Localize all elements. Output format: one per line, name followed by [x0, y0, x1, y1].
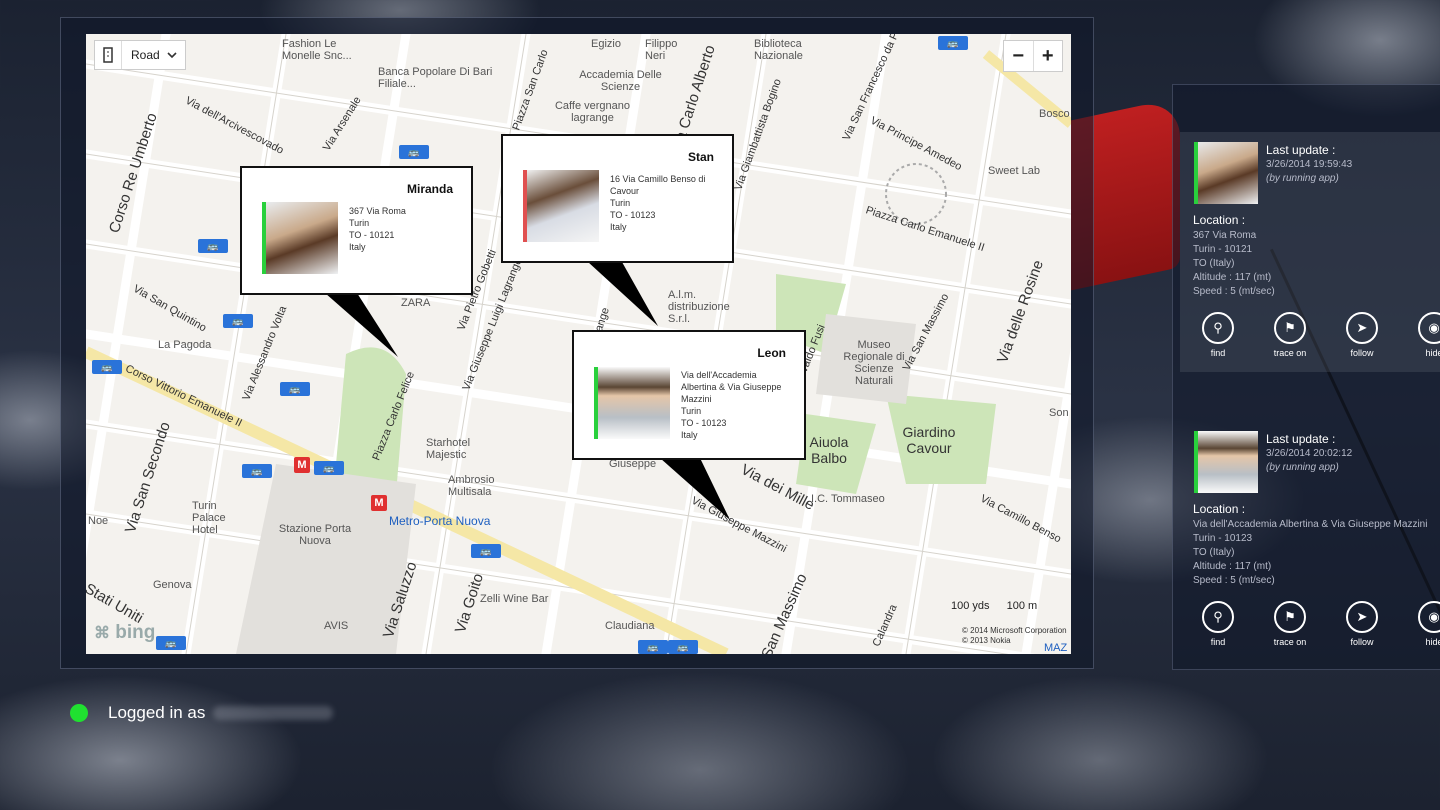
- last-update-timestamp: 3/26/2014 19:59:43: [1266, 159, 1353, 170]
- address-line: 367 Via Roma: [349, 206, 406, 216]
- address-line: Italy: [681, 430, 698, 440]
- address-line: TO - 10121: [349, 230, 395, 240]
- redacted-username: [213, 706, 334, 720]
- bubble-name: Miranda: [406, 182, 453, 196]
- search-icon: ⚲: [1202, 312, 1234, 344]
- location-line: TO (Italy): [1193, 547, 1235, 558]
- location-line: Speed : 5 (mt/sec): [1193, 575, 1275, 586]
- address-line: Italy: [349, 242, 366, 252]
- status-bar: [1194, 431, 1198, 493]
- hide-label: hide: [1425, 637, 1440, 647]
- online-indicator: [70, 704, 88, 722]
- hide-button[interactable]: ◉ hide: [1404, 601, 1440, 647]
- find-label: find: [1210, 348, 1226, 358]
- runner-icon: ➤: [1346, 601, 1378, 633]
- follow-label: follow: [1350, 348, 1374, 358]
- address-line: Via dell'Accademia: [681, 370, 757, 380]
- location-line: Altitude : 117 (mt): [1193, 561, 1272, 572]
- login-status: Logged in as: [70, 703, 334, 723]
- address-line: Mazzini: [681, 394, 712, 404]
- bubble-address: 16 Via Camillo Benso di Cavour Turin TO …: [610, 173, 705, 233]
- hide-icon: ◉: [1418, 601, 1440, 633]
- hide-label: hide: [1425, 348, 1440, 358]
- update-source: (by running app): [1266, 173, 1339, 184]
- location-line: Altitude : 117 (mt): [1193, 272, 1272, 283]
- location-line: 367 Via Roma: [1193, 230, 1257, 241]
- trace-on-label: trace on: [1273, 348, 1307, 358]
- find-button[interactable]: ⚲ find: [1188, 601, 1248, 647]
- contact-card-1[interactable]: Last update : 3/26/2014 19:59:43 (by run…: [1182, 142, 1440, 424]
- location-line: Turin - 10123: [1193, 533, 1253, 544]
- trace-on-button[interactable]: ⚑ trace on: [1260, 601, 1320, 647]
- runner-icon: ➤: [1346, 312, 1378, 344]
- bubble-name: Leon: [757, 346, 786, 360]
- address-line: TO - 10123: [610, 210, 656, 220]
- trace-icon: ⚑: [1274, 312, 1306, 344]
- last-update-timestamp: 3/26/2014 20:02:12: [1266, 448, 1353, 459]
- trace-on-label: trace on: [1273, 637, 1307, 647]
- location-label: Location :: [1193, 502, 1246, 516]
- search-icon: ⚲: [1202, 601, 1234, 633]
- map-bubble-leon[interactable]: Leon Via dell'Accademia Albertina & Via …: [572, 330, 806, 460]
- address-line: Turin: [681, 406, 702, 416]
- find-label: find: [1210, 637, 1226, 647]
- status-bar: [1194, 142, 1198, 204]
- follow-button[interactable]: ➤ follow: [1332, 312, 1392, 358]
- contact-card-2[interactable]: Last update : 3/26/2014 20:02:12 (by run…: [1182, 431, 1440, 713]
- map-bubble-miranda[interactable]: Miranda 367 Via Roma Turin TO - 10121 It…: [240, 166, 473, 295]
- address-line: Turin: [349, 218, 370, 228]
- avatar: [1194, 142, 1258, 204]
- bubble-address: 367 Via Roma Turin TO - 10121 Italy: [349, 205, 406, 253]
- location-line: Via dell'Accademia Albertina & Via Giuse…: [1193, 519, 1428, 530]
- trace-on-button[interactable]: ⚑ trace on: [1260, 312, 1320, 358]
- bubble-address: Via dell'Accademia Albertina & Via Giuse…: [681, 369, 781, 441]
- find-button[interactable]: ⚲ find: [1188, 312, 1248, 358]
- address-line: TO - 10123: [681, 418, 727, 428]
- location-line: Speed : 5 (mt/sec): [1193, 286, 1275, 297]
- avatar: [1194, 431, 1258, 493]
- hide-icon: ◉: [1418, 312, 1440, 344]
- location-details: 367 Via Roma Turin - 10121 TO (Italy) Al…: [1193, 229, 1275, 299]
- avatar: [527, 170, 599, 242]
- address-line: Albertina & Via Giuseppe: [681, 382, 782, 392]
- bubble-name: Stan: [687, 150, 714, 164]
- location-line: Turin - 10121: [1193, 244, 1253, 255]
- follow-button[interactable]: ➤ follow: [1332, 601, 1392, 647]
- login-status-text: Logged in as: [108, 703, 206, 722]
- location-label: Location :: [1193, 213, 1246, 227]
- hide-button[interactable]: ◉ hide: [1404, 312, 1440, 358]
- trace-icon: ⚑: [1274, 601, 1306, 633]
- follow-label: follow: [1350, 637, 1374, 647]
- avatar: [266, 202, 338, 274]
- address-line: Italy: [610, 222, 627, 232]
- address-line: Cavour: [610, 186, 640, 196]
- address-line: 16 Via Camillo Benso di: [610, 174, 706, 184]
- map-bubble-stan[interactable]: Stan 16 Via Camillo Benso di Cavour Turi…: [501, 134, 734, 263]
- location-details: Via dell'Accademia Albertina & Via Giuse…: [1193, 518, 1427, 588]
- location-line: TO (Italy): [1193, 258, 1235, 269]
- address-line: Turin: [610, 198, 631, 208]
- avatar: [598, 367, 670, 439]
- last-update-label: Last update :: [1266, 432, 1336, 446]
- last-update-label: Last update :: [1266, 143, 1336, 157]
- update-source: (by running app): [1266, 462, 1339, 473]
